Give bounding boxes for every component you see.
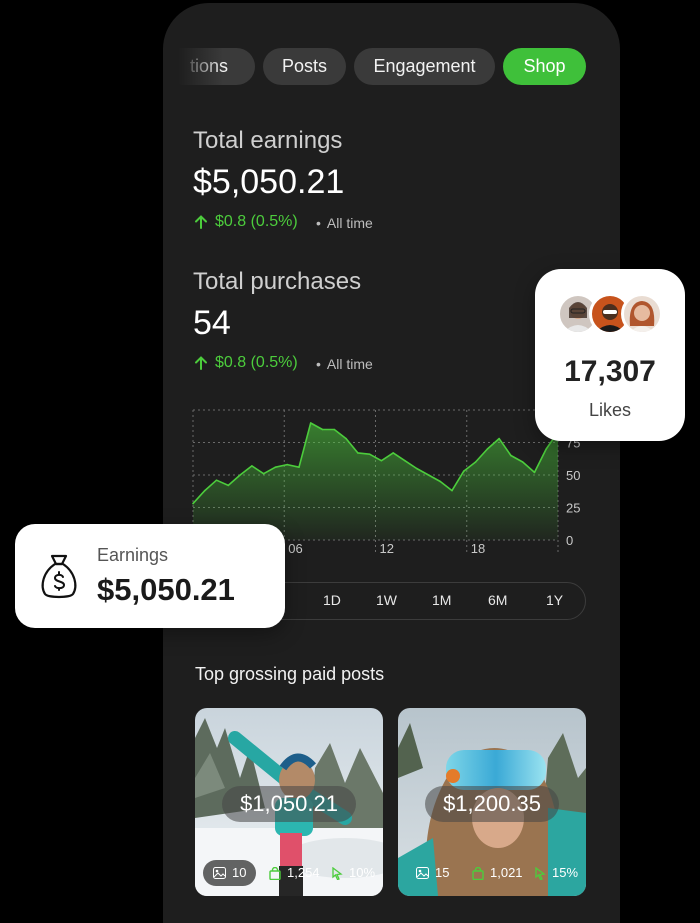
media-count: 10 bbox=[203, 860, 257, 886]
post-card[interactable]: $1,200.35 15 1,021 15% bbox=[398, 708, 586, 896]
data-point bbox=[521, 461, 524, 463]
data-point bbox=[215, 479, 218, 481]
arrow-up-icon bbox=[195, 356, 207, 370]
data-point bbox=[286, 463, 288, 466]
money-bag-icon bbox=[41, 554, 77, 599]
purchases-change-text: $0.8 (0.5%) bbox=[215, 354, 298, 371]
purchases-title: Total purchases bbox=[193, 268, 362, 295]
data-point bbox=[415, 467, 418, 470]
image-icon bbox=[416, 867, 429, 879]
time-range-selector: 1D 1W 1M 6M 1Y bbox=[248, 582, 586, 620]
y-tick-label: 0 bbox=[566, 533, 573, 548]
shopping-bag-icon bbox=[472, 866, 484, 880]
x-tick-label: 18 bbox=[471, 541, 485, 556]
range-1d[interactable]: 1D bbox=[323, 592, 341, 608]
conversion-rate: 15% bbox=[534, 860, 578, 886]
tab-shop[interactable]: Shop bbox=[503, 48, 586, 85]
range-1y[interactable]: 1Y bbox=[546, 592, 563, 608]
data-point bbox=[262, 472, 265, 475]
data-point bbox=[345, 437, 347, 440]
avatar-group bbox=[557, 293, 667, 337]
media-count: 15 bbox=[416, 860, 449, 886]
data-point bbox=[474, 461, 477, 463]
data-point bbox=[357, 452, 359, 454]
arrow-up-icon bbox=[195, 215, 207, 229]
earnings-value: $5,050.21 bbox=[193, 163, 345, 201]
data-point bbox=[274, 466, 277, 468]
data-point bbox=[439, 480, 442, 483]
earnings-title: Total earnings bbox=[193, 127, 343, 154]
x-tick-label: 06 bbox=[288, 541, 302, 556]
tab-fade bbox=[163, 48, 223, 86]
likes-value: 17,307 bbox=[564, 355, 656, 388]
data-point bbox=[321, 428, 324, 431]
likes-card: 17,307 Likes bbox=[535, 269, 685, 441]
earnings-card: Earnings $5,050.21 bbox=[15, 524, 285, 628]
data-point bbox=[333, 428, 336, 431]
purchase-count: 1,021 bbox=[472, 860, 523, 886]
earnings-card-value: $5,050.21 bbox=[97, 572, 235, 607]
data-point bbox=[427, 474, 430, 476]
phone-screen: tions Posts Engagement Shop Total earnin… bbox=[163, 3, 620, 923]
data-point bbox=[486, 448, 489, 450]
tab-engagement[interactable]: Engagement bbox=[354, 48, 495, 85]
range-6m[interactable]: 6M bbox=[488, 592, 507, 608]
avatar-image bbox=[629, 301, 655, 332]
post-meta: 10 1,254 10% bbox=[203, 860, 377, 886]
purchases-value: 54 bbox=[193, 304, 231, 342]
data-point bbox=[510, 454, 512, 457]
range-1m[interactable]: 1M bbox=[432, 592, 451, 608]
conversion-rate: 10% bbox=[331, 860, 375, 886]
data-point bbox=[463, 470, 465, 472]
post-meta: 15 1,021 15% bbox=[406, 860, 580, 886]
purchase-count: 1,254 bbox=[269, 860, 320, 886]
data-point bbox=[239, 474, 241, 476]
earnings-period: All time bbox=[316, 215, 373, 231]
post-card[interactable]: $1,050.21 10 1,254 10% bbox=[195, 708, 383, 896]
x-tick-label: 12 bbox=[380, 541, 394, 556]
likes-label: Likes bbox=[588, 400, 632, 420]
data-point bbox=[227, 484, 230, 487]
tab-posts[interactable]: Posts bbox=[263, 48, 346, 85]
image-icon bbox=[213, 867, 226, 879]
data-point bbox=[309, 422, 312, 424]
data-point bbox=[451, 489, 453, 492]
post-price: $1,200.35 bbox=[398, 786, 586, 822]
data-point bbox=[392, 452, 394, 454]
data-point bbox=[380, 459, 383, 462]
range-1w[interactable]: 1W bbox=[376, 592, 397, 608]
y-tick-label: 25 bbox=[566, 501, 580, 516]
data-point bbox=[404, 459, 406, 462]
earnings-change-text: $0.8 (0.5%) bbox=[215, 213, 298, 230]
data-point bbox=[498, 437, 500, 440]
purchases-period: All time bbox=[316, 356, 373, 372]
data-point bbox=[545, 448, 548, 450]
y-tick-label: 50 bbox=[566, 468, 580, 483]
cursor-click-icon bbox=[332, 866, 343, 880]
post-price: $1,050.21 bbox=[195, 786, 383, 822]
data-point bbox=[192, 502, 194, 505]
earnings-change: $0.8 (0.5%) bbox=[193, 213, 298, 231]
earnings-card-label: Earnings bbox=[97, 545, 169, 565]
top-posts-title: Top grossing paid posts bbox=[195, 664, 385, 684]
data-point bbox=[203, 489, 206, 492]
data-point bbox=[368, 453, 371, 455]
data-point bbox=[533, 471, 536, 474]
purchases-change: $0.8 (0.5%) bbox=[193, 354, 298, 372]
tab-bar: tions Posts Engagement Shop bbox=[163, 48, 620, 86]
avatar bbox=[621, 293, 663, 335]
cursor-click-icon bbox=[535, 866, 546, 880]
data-point bbox=[251, 465, 253, 467]
data-point bbox=[298, 466, 300, 468]
shopping-bag-icon bbox=[269, 866, 281, 880]
